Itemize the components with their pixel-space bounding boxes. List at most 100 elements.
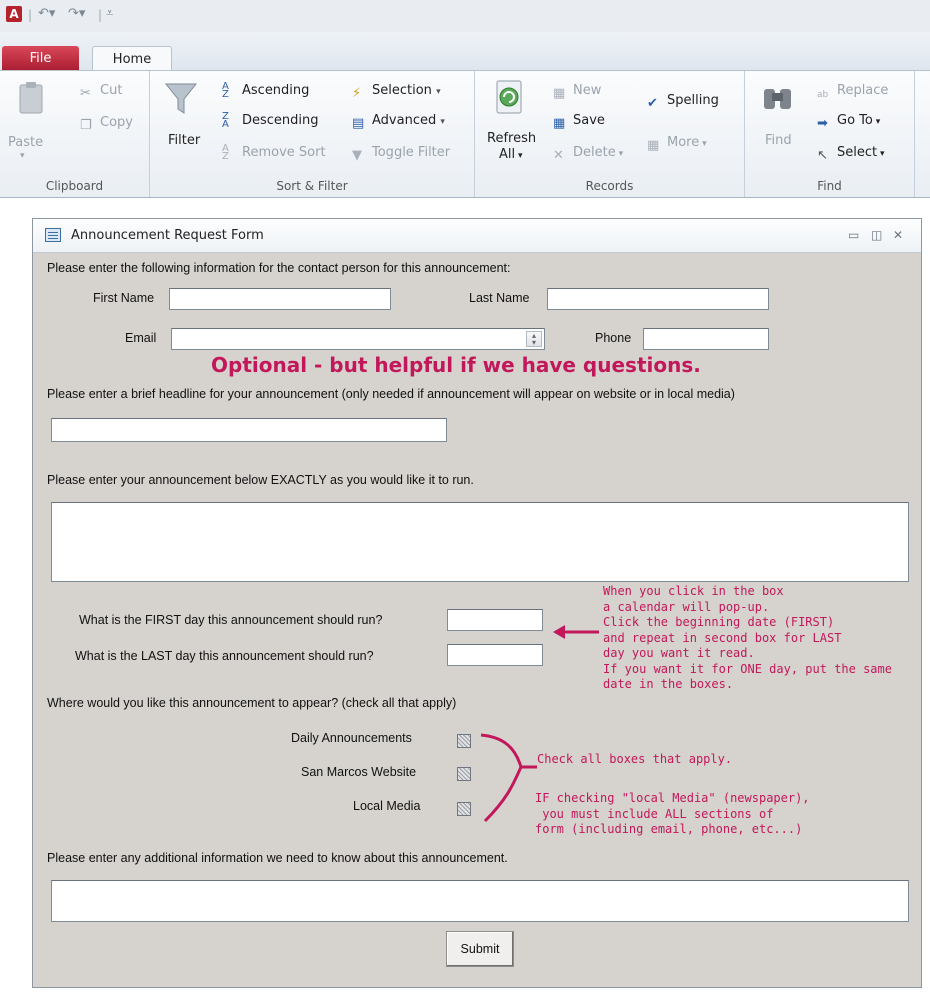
email-label: Email bbox=[125, 331, 157, 345]
selection-button[interactable]: ⚡ Selection ▾ bbox=[352, 83, 441, 102]
advanced-label: Advanced bbox=[372, 113, 437, 128]
clipboard-group: Paste ▾ ✂ Cut ❐ Copy Clipboard bbox=[0, 71, 150, 197]
first-name-input[interactable] bbox=[170, 289, 390, 309]
ascending-label: Ascending bbox=[242, 83, 310, 98]
more-label: More bbox=[667, 135, 700, 150]
submit-button[interactable]: Submit bbox=[446, 931, 514, 967]
first-day-input[interactable] bbox=[448, 610, 542, 630]
select-button[interactable]: ↖ Select ▾ bbox=[817, 145, 885, 164]
copy-button[interactable]: ❐ Copy bbox=[80, 115, 133, 134]
remove-sort-button[interactable]: A Z Remove Sort bbox=[222, 143, 326, 162]
redo-icon[interactable]: ↷▾ bbox=[68, 6, 85, 21]
headline-label: Please enter a brief headline for your a… bbox=[47, 387, 735, 401]
arrow-left-icon bbox=[553, 625, 599, 639]
last-name-field[interactable] bbox=[547, 288, 769, 310]
goto-label: Go To bbox=[837, 113, 873, 128]
form-title: Announcement Request Form bbox=[71, 228, 264, 243]
phone-field[interactable] bbox=[643, 328, 769, 350]
delete-icon: ✕ bbox=[553, 148, 564, 163]
customize-toolbar-icon[interactable]: ⩡ bbox=[106, 6, 113, 21]
filter-button[interactable]: Filter bbox=[168, 133, 200, 148]
cut-button[interactable]: ✂ Cut bbox=[80, 83, 122, 102]
save-button[interactable]: ▦ Save bbox=[553, 113, 605, 132]
save-icon: ▦ bbox=[553, 116, 566, 131]
option-media-label: Local Media bbox=[353, 799, 421, 813]
spelling-button[interactable]: ✔ Spelling bbox=[647, 93, 719, 112]
email-field[interactable]: ▴ ▾ bbox=[171, 328, 545, 350]
announcement-input[interactable] bbox=[52, 503, 908, 581]
additional-field[interactable] bbox=[51, 880, 909, 922]
more-grid-icon: ▦ bbox=[647, 138, 660, 153]
records-group-label: Records bbox=[585, 179, 634, 193]
restore-icon[interactable]: ◫ bbox=[871, 228, 882, 242]
refresh-all-sub: All ▾ bbox=[499, 147, 523, 162]
website-checkbox[interactable] bbox=[457, 767, 471, 781]
goto-button[interactable]: ➡ Go To ▾ bbox=[817, 113, 880, 132]
selection-filter-icon: ⚡ bbox=[352, 86, 362, 101]
refresh-all-label: All bbox=[499, 147, 516, 162]
filter-icon bbox=[164, 83, 198, 114]
scissors-icon: ✂ bbox=[80, 86, 91, 101]
daily-announcements-checkbox[interactable] bbox=[457, 734, 471, 748]
where-label: Where would you like this announcement t… bbox=[47, 696, 457, 710]
first-day-label: What is the FIRST day this announcement … bbox=[79, 613, 383, 627]
advanced-button[interactable]: ▤ Advanced ▾ bbox=[352, 113, 445, 132]
new-record-button[interactable]: ▦ New bbox=[553, 83, 601, 102]
cursor-icon: ↖ bbox=[817, 148, 828, 163]
check-note: Check all boxes that apply. bbox=[537, 752, 733, 766]
ribbon: Paste ▾ ✂ Cut ❐ Copy Clipboard Filter A Z As… bbox=[0, 70, 930, 198]
tab-home[interactable]: Home bbox=[92, 46, 172, 73]
more-button[interactable]: ▦ More ▾ bbox=[647, 135, 707, 154]
tab-file[interactable]: File bbox=[2, 46, 79, 72]
delete-button[interactable]: ✕ Delete ▾ bbox=[553, 145, 623, 164]
first-name-label: First Name bbox=[93, 291, 155, 305]
selection-label: Selection bbox=[372, 83, 432, 98]
records-group: Refresh All ▾ ▦ New ▦ Save ✕ Delete ▾ ✔ Spel… bbox=[475, 71, 745, 197]
announcement-label: Please enter your announcement below EXA… bbox=[47, 473, 474, 487]
new-record-icon: ▦ bbox=[553, 86, 566, 101]
toolbar-separator: | bbox=[98, 8, 103, 22]
email-input[interactable] bbox=[172, 329, 544, 349]
option-daily-label: Daily Announcements bbox=[291, 731, 412, 745]
sort-filter-group-label: Sort & Filter bbox=[276, 179, 348, 193]
ribbon-tabs: File Home bbox=[0, 32, 930, 73]
first-day-field[interactable] bbox=[447, 609, 543, 631]
select-label: Select bbox=[837, 145, 878, 160]
spelling-check-icon: ✔ bbox=[647, 96, 658, 111]
spin-arrows-icon[interactable]: ▴ ▾ bbox=[526, 331, 542, 347]
calendar-note: When you click in the box a calendar wil… bbox=[603, 584, 892, 691]
last-name-input[interactable] bbox=[548, 289, 768, 309]
paste-icon bbox=[19, 82, 43, 114]
find-button[interactable]: Find bbox=[765, 133, 792, 148]
last-day-input[interactable] bbox=[448, 645, 542, 665]
contact-intro-label: Please enter the following information f… bbox=[47, 261, 511, 275]
replace-icon: ab bbox=[817, 90, 829, 100]
paste-button[interactable]: Paste bbox=[8, 135, 43, 150]
additional-input[interactable] bbox=[52, 881, 908, 921]
last-day-field[interactable] bbox=[447, 644, 543, 666]
quick-access-toolbar: A | ↶▾ ↷▾ | ⩡ bbox=[0, 0, 930, 32]
ascending-button[interactable]: A Z Ascending bbox=[222, 82, 310, 100]
phone-input[interactable] bbox=[644, 329, 768, 349]
headline-input[interactable] bbox=[52, 419, 446, 441]
undo-icon[interactable]: ↶▾ bbox=[38, 6, 55, 21]
toolbar-separator: | bbox=[28, 8, 33, 22]
descending-button[interactable]: Z A Descending bbox=[222, 112, 319, 130]
local-media-checkbox[interactable] bbox=[457, 802, 471, 816]
close-icon[interactable]: ✕ bbox=[893, 228, 903, 242]
headline-field[interactable] bbox=[51, 418, 447, 442]
access-app-icon[interactable]: A bbox=[6, 6, 22, 22]
cut-label: Cut bbox=[100, 83, 123, 98]
refresh-icon bbox=[496, 80, 522, 114]
toggle-filter-button[interactable]: ▼ Toggle Filter bbox=[352, 145, 450, 164]
remove-sort-icon: AZ bbox=[222, 143, 229, 162]
minimize-icon[interactable]: ▭ bbox=[848, 228, 859, 242]
announcement-textarea[interactable] bbox=[51, 502, 909, 582]
first-name-field[interactable] bbox=[169, 288, 391, 310]
advanced-filter-icon: ▤ bbox=[352, 116, 365, 131]
last-name-label: Last Name bbox=[469, 291, 530, 305]
replace-label: Replace bbox=[837, 83, 889, 98]
replace-button[interactable]: ab Replace bbox=[817, 83, 888, 106]
refresh-all-button[interactable]: Refresh bbox=[487, 131, 536, 146]
paste-dropdown-icon[interactable]: ▾ bbox=[20, 151, 25, 161]
